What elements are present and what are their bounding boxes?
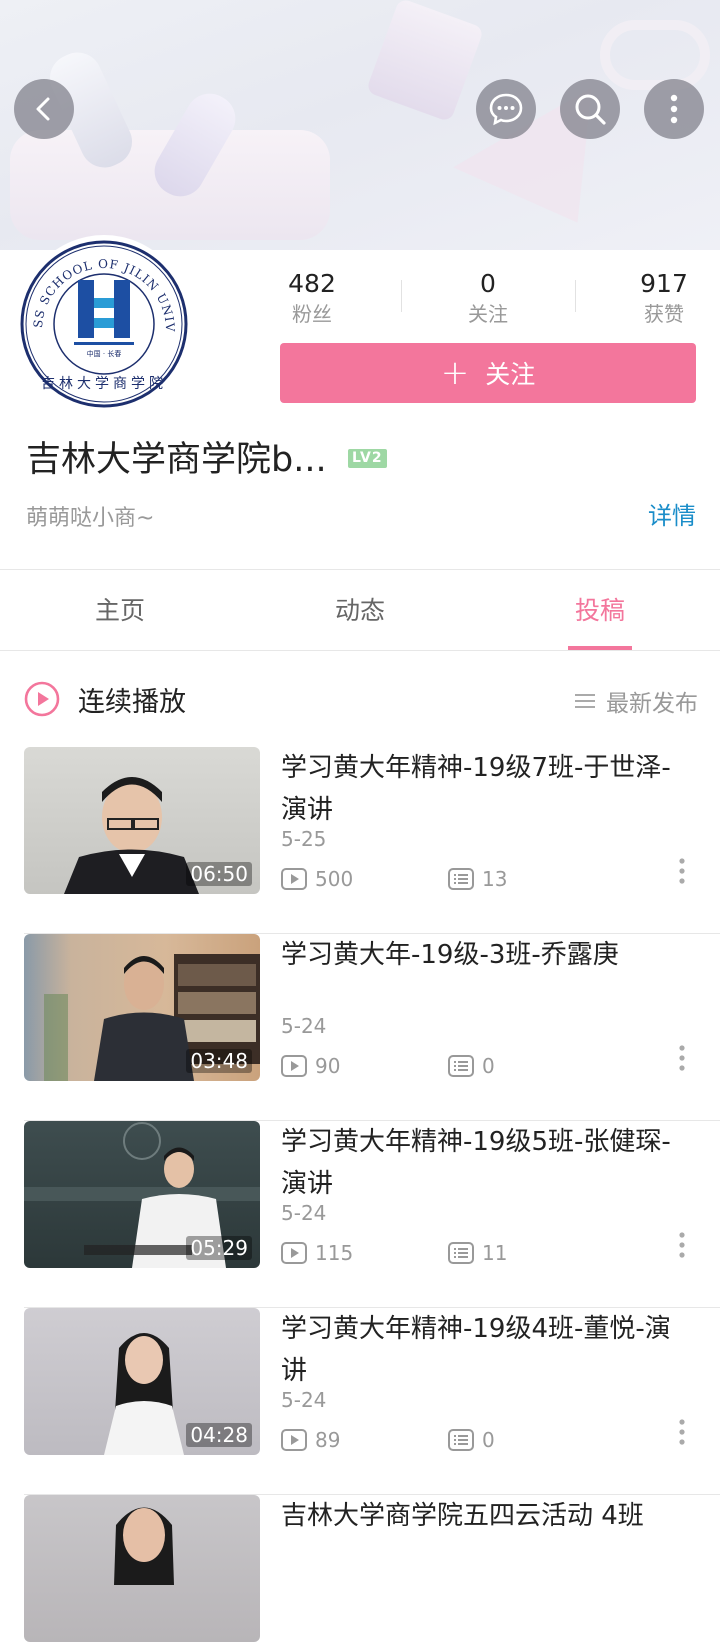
sort-menu-icon: [575, 694, 595, 708]
play-count-value: 89: [315, 1428, 341, 1452]
tab-submissions[interactable]: 投稿: [480, 571, 720, 651]
profile-tabs: 主页 动态 投稿: [0, 571, 720, 651]
video-title[interactable]: 学习黄大年精神-19级5班-张健琛-演讲: [281, 1121, 691, 1205]
avatar[interactable]: BUSINESS SCHOOL OF JILIN UNIVERSITY 吉林大学…: [14, 227, 188, 410]
video-item[interactable]: 03:48 学习黄大年-19级-3班-乔露庚 5-24 90 0: [0, 934, 720, 1121]
stat-label: 粉丝: [292, 302, 332, 326]
comment-count-value: 11: [482, 1241, 508, 1265]
comment-count-icon: [448, 1242, 474, 1264]
more-vertical-icon[interactable]: [678, 1044, 686, 1072]
stat-value: 0: [480, 269, 496, 298]
video-item[interactable]: 04:28 学习黄大年精神-19级4班-董悦-演讲 5-24 89 0: [0, 1308, 720, 1495]
banner-decoration: [365, 0, 485, 123]
video-date: 5-25: [281, 827, 327, 851]
sort-label: 最新发布: [606, 691, 698, 717]
video-duration: 04:28: [186, 1423, 252, 1447]
video-play-count-icon: [281, 1055, 307, 1077]
follow-label: 关注: [485, 360, 536, 389]
video-date: 5-24: [281, 1388, 327, 1412]
comment-count-icon: [448, 868, 474, 890]
thumbnail-image: [114, 1507, 174, 1585]
stat-label: 获赞: [644, 302, 684, 326]
comment-count: 0: [448, 1054, 495, 1078]
play-count: 89: [281, 1428, 340, 1452]
profile-name: 吉林大学商学院b...: [26, 440, 327, 480]
video-title[interactable]: 学习黄大年-19级-3班-乔露庚: [281, 934, 691, 976]
comment-count-icon: [448, 1055, 474, 1077]
stat-following[interactable]: 0 关注: [456, 268, 520, 328]
tab-dynamics[interactable]: 动态: [240, 571, 480, 651]
play-count: 90: [281, 1054, 340, 1078]
video-thumbnail[interactable]: 03:48: [24, 934, 260, 1081]
video-duration: 03:48: [186, 1049, 252, 1073]
video-title[interactable]: 学习黄大年精神-19级7班-于世泽-演讲: [281, 747, 691, 831]
play-count: 500: [281, 867, 353, 891]
level-badge: LV2: [348, 449, 387, 468]
video-date: 5-24: [281, 1014, 327, 1038]
video-play-count-icon: [281, 868, 307, 890]
comment-count-value: 0: [482, 1054, 495, 1078]
stat-likes[interactable]: 917 获赞: [632, 268, 696, 328]
video-item[interactable]: 05:29 学习黄大年精神-19级5班-张健琛-演讲 5-24 115 11: [0, 1121, 720, 1308]
more-button[interactable]: [644, 79, 704, 139]
school-logo: BUSINESS SCHOOL OF JILIN UNIVERSITY 吉林大学…: [14, 227, 188, 408]
stat-divider: [575, 280, 576, 312]
divider: [0, 569, 720, 570]
play-count-value: 500: [315, 867, 354, 891]
search-button[interactable]: [560, 79, 620, 139]
video-thumbnail[interactable]: [24, 1495, 260, 1642]
play-count-value: 115: [315, 1241, 354, 1265]
comment-count-icon: [448, 1429, 474, 1451]
chat-icon: [489, 93, 523, 126]
video-title[interactable]: 吉林大学商学院五四云活动 4班: [281, 1495, 691, 1537]
more-vertical-icon[interactable]: [678, 1231, 686, 1259]
video-item[interactable]: 06:50 学习黄大年精神-19级7班-于世泽-演讲 5-25 500 13: [0, 747, 720, 934]
play-count-value: 90: [315, 1054, 341, 1078]
comment-count: 13: [448, 867, 507, 891]
stat-value: 917: [640, 269, 688, 298]
comment-count: 0: [448, 1428, 495, 1452]
play-count: 115: [281, 1241, 353, 1265]
back-button[interactable]: [14, 79, 74, 139]
more-vertical-icon[interactable]: [678, 857, 686, 885]
svg-text:吉林大学商学院: 吉林大学商学院: [41, 376, 167, 392]
profile-stats: 482 粉丝 0 关注 917 获赞: [280, 268, 700, 332]
svg-text:中国 · 长春: 中国 · 长春: [87, 349, 122, 358]
video-play-count-icon: [281, 1429, 307, 1451]
plus-icon: +: [440, 353, 470, 393]
video-item[interactable]: 吉林大学商学院五四云活动 4班: [0, 1495, 720, 1642]
stat-fans[interactable]: 482 粉丝: [280, 268, 344, 328]
stat-divider: [401, 280, 402, 312]
video-thumbnail[interactable]: 04:28: [24, 1308, 260, 1455]
video-play-count-icon: [281, 1242, 307, 1264]
comment-count-value: 0: [482, 1428, 495, 1452]
video-thumbnail[interactable]: 06:50: [24, 747, 260, 894]
video-thumbnail[interactable]: 05:29: [24, 1121, 260, 1268]
more-vertical-icon: [670, 94, 678, 124]
continuous-play-bar: 连续播放 最新发布: [0, 660, 720, 740]
continuous-play-label[interactable]: 连续播放: [78, 680, 186, 719]
follow-button[interactable]: + 关注: [280, 343, 696, 403]
comment-count-value: 13: [482, 867, 508, 891]
comment-count: 11: [448, 1241, 507, 1265]
detail-link[interactable]: 详情: [648, 496, 696, 531]
video-date: 5-24: [281, 1201, 327, 1225]
banner-decoration: [600, 20, 710, 90]
message-button[interactable]: [476, 79, 536, 139]
search-icon: [575, 94, 606, 125]
video-duration: 05:29: [186, 1236, 252, 1260]
profile-signature: 萌萌哒小商~: [26, 506, 155, 531]
video-duration: 06:50: [186, 862, 252, 886]
more-vertical-icon[interactable]: [678, 1418, 686, 1446]
back-icon: [36, 97, 50, 121]
play-circle-icon[interactable]: [24, 681, 60, 717]
video-title[interactable]: 学习黄大年精神-19级4班-董悦-演讲: [281, 1308, 691, 1392]
stat-label: 关注: [468, 302, 508, 326]
stat-value: 482: [288, 269, 336, 298]
divider: [0, 650, 720, 651]
sort-button[interactable]: 最新发布: [574, 684, 698, 718]
tab-home[interactable]: 主页: [0, 571, 240, 651]
